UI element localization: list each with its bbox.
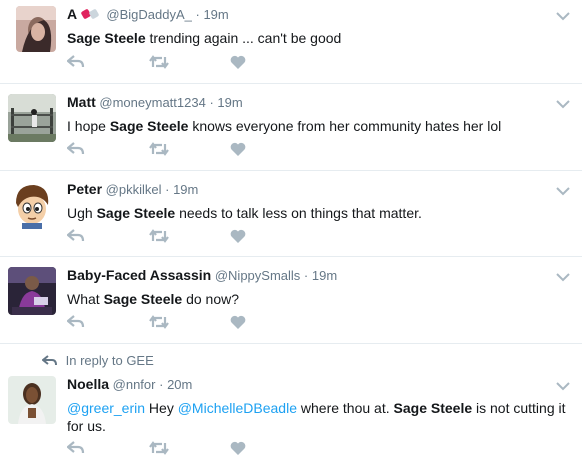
author-handle[interactable]: @moneymatt1234: [99, 95, 205, 110]
reply-icon[interactable]: [66, 229, 85, 245]
avatar[interactable]: [8, 181, 56, 229]
tweet-text: What Sage Steele do now?: [67, 290, 568, 308]
author-name[interactable]: Noella: [67, 376, 109, 392]
avatar[interactable]: [8, 94, 56, 142]
mention-link[interactable]: @greer_erin: [67, 400, 145, 416]
reply-context[interactable]: In reply to GEE: [41, 353, 154, 368]
chevron-down-icon[interactable]: [556, 269, 570, 282]
text-fragment: where thou at.: [297, 400, 394, 416]
text-fragment: Ugh: [67, 205, 97, 221]
avatar[interactable]: [16, 6, 56, 52]
timestamp[interactable]: 19m: [203, 7, 228, 22]
retweet-icon[interactable]: [149, 441, 169, 457]
author-name[interactable]: Matt: [67, 94, 96, 110]
text-fragment: trending again ... can't be good: [145, 30, 342, 46]
tweet[interactable]: A @BigDaddyA_ · 19m Sage Steele trending…: [0, 0, 582, 84]
separator-dot: ·: [303, 268, 309, 283]
author-handle[interactable]: @NippySmalls: [215, 268, 300, 283]
retweet-icon[interactable]: [149, 142, 169, 158]
tweet[interactable]: Matt @moneymatt1234 · 19m I hope Sage St…: [0, 84, 582, 171]
keyword: Sage Steele: [393, 400, 473, 416]
reply-icon[interactable]: [66, 441, 85, 457]
retweet-icon[interactable]: [149, 315, 169, 331]
tweet-text: Sage Steele trending again ... can't be …: [67, 29, 568, 47]
keyword: Sage Steele: [96, 205, 176, 221]
author-handle[interactable]: @pkkilkel: [106, 182, 162, 197]
heart-icon[interactable]: [230, 55, 248, 71]
tweet-text: @greer_erin Hey @MichelleDBeadle where t…: [67, 399, 568, 435]
tweet[interactable]: Peter @pkkilkel · 19m Ugh Sage Steele ne…: [0, 171, 582, 257]
timestamp[interactable]: 19m: [217, 95, 242, 110]
heart-icon[interactable]: [230, 142, 248, 158]
separator-dot: ·: [209, 95, 214, 110]
keyword: Sage Steele: [103, 291, 183, 307]
separator-dot: ·: [195, 7, 200, 22]
retweet-icon[interactable]: [149, 55, 169, 71]
avatar[interactable]: [8, 267, 56, 315]
text-fragment: needs to talk less on things that matter…: [175, 205, 422, 221]
chevron-down-icon[interactable]: [556, 8, 570, 21]
reply-icon[interactable]: [66, 142, 85, 158]
author-name[interactable]: A: [67, 6, 77, 22]
tweet[interactable]: In reply to GEE Noella @nnfor · 20m @gre…: [0, 344, 582, 464]
text-fragment: What: [67, 291, 104, 307]
author-handle[interactable]: @BigDaddyA_: [106, 7, 191, 22]
author-name[interactable]: Baby-Faced Assassin: [67, 267, 211, 283]
tweet-text: I hope Sage Steele knows everyone from h…: [67, 117, 568, 135]
separator-dot: ·: [165, 182, 170, 197]
keyword: Sage Steele: [109, 118, 189, 134]
chevron-down-icon[interactable]: [556, 96, 570, 109]
heart-icon[interactable]: [230, 441, 248, 457]
chevron-down-icon[interactable]: [556, 183, 570, 196]
tweet-text: Ugh Sage Steele needs to talk less on th…: [67, 204, 568, 222]
heart-icon[interactable]: [230, 229, 248, 245]
emoji-icon: [81, 7, 103, 22]
reply-arrow-icon: [41, 353, 57, 368]
keyword: Sage Steele: [67, 30, 146, 46]
reply-context-text: In reply to GEE: [65, 353, 154, 368]
author-handle[interactable]: @nnfor: [113, 377, 156, 392]
text-fragment: knows everyone from her community hates …: [188, 118, 502, 134]
reply-icon[interactable]: [66, 55, 85, 71]
avatar[interactable]: [8, 376, 56, 424]
chevron-down-icon[interactable]: [556, 378, 570, 391]
heart-icon[interactable]: [230, 315, 248, 331]
timestamp[interactable]: 19m: [173, 182, 198, 197]
reply-icon[interactable]: [66, 315, 85, 331]
text-fragment: I hope: [67, 118, 110, 134]
timestamp[interactable]: 19m: [312, 268, 337, 283]
text-fragment: Hey: [145, 400, 178, 416]
mention-link[interactable]: @MichelleDBeadle: [178, 400, 297, 416]
author-name[interactable]: Peter: [67, 181, 102, 197]
tweet[interactable]: Baby-Faced Assassin @NippySmalls · 19m W…: [0, 257, 582, 344]
retweet-icon[interactable]: [149, 229, 169, 245]
text-fragment: do now?: [182, 291, 240, 307]
timestamp[interactable]: 20m: [167, 377, 192, 392]
separator-dot: ·: [159, 377, 164, 392]
